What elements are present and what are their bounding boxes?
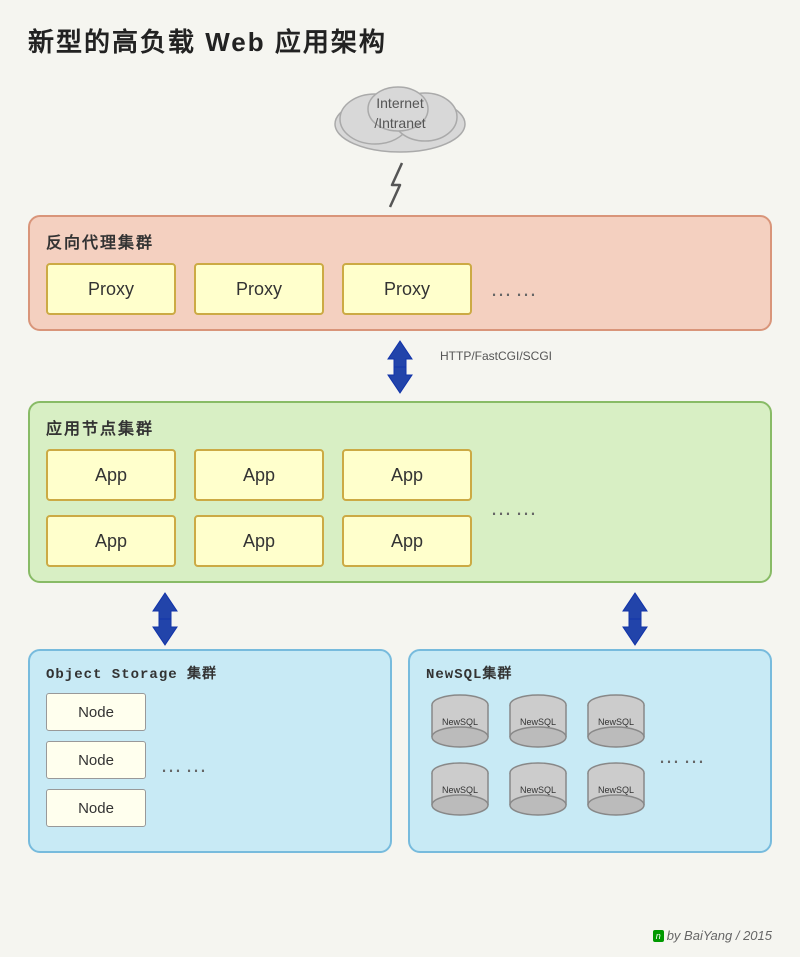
app-box-6: App xyxy=(342,515,472,567)
proxy-cluster-label: 反向代理集群 xyxy=(46,229,754,253)
object-cluster: Object Storage 集群 Node Node Node …… xyxy=(28,649,392,853)
footer: n by BaiYang / 2015 xyxy=(653,927,772,944)
svg-text:NewSQL: NewSQL xyxy=(598,785,634,795)
app-cluster: 应用节点集群 App App App App App App …… xyxy=(28,401,772,583)
db-grid: NewSQL NewSQL xyxy=(426,693,650,819)
db-4: NewSQL xyxy=(426,761,494,819)
newsql-cluster: NewSQL集群 NewSQL xyxy=(408,649,772,853)
app-box-2: App xyxy=(194,449,324,501)
storage-row: Object Storage 集群 Node Node Node …… NewS… xyxy=(28,649,772,853)
node-box-1: Node xyxy=(46,693,146,731)
db-2: NewSQL xyxy=(504,693,572,751)
proxy-row: Proxy Proxy Proxy …… xyxy=(46,263,754,315)
svg-text:NewSQL: NewSQL xyxy=(520,717,556,727)
left-bidir-arrow xyxy=(48,591,283,647)
app-box-5: App xyxy=(194,515,324,567)
lightning-arrow xyxy=(28,161,772,209)
proxy-dots: …… xyxy=(490,276,540,302)
newsql-cluster-label: NewSQL集群 xyxy=(426,663,754,683)
app-dots: …… xyxy=(490,495,540,521)
newsql-dots: …… xyxy=(658,743,708,769)
page-title: 新型的高负载 Web 应用架构 xyxy=(0,0,800,69)
app-box-4: App xyxy=(46,515,176,567)
right-bidir-arrow xyxy=(517,591,752,647)
svg-text:NewSQL: NewSQL xyxy=(442,785,478,795)
db-3: NewSQL xyxy=(582,693,650,751)
proxy-box-2: Proxy xyxy=(194,263,324,315)
node-list: Node Node Node …… xyxy=(46,693,374,837)
node-boxes: Node Node Node xyxy=(46,693,146,837)
cloud-section: Internet/Intranet xyxy=(28,69,772,159)
nginx-icon: n xyxy=(653,930,664,942)
svg-text:NewSQL: NewSQL xyxy=(442,717,478,727)
object-dots: …… xyxy=(160,752,210,778)
svg-text:NewSQL: NewSQL xyxy=(598,717,634,727)
diagram: Internet/Intranet 反向代理集群 Proxy Proxy Pro… xyxy=(0,69,800,853)
proxy-box-3: Proxy xyxy=(342,263,472,315)
nginx-badge: n by BaiYang / 2015 xyxy=(653,928,772,943)
db-1: NewSQL xyxy=(426,693,494,751)
footer-text: by BaiYang / 2015 xyxy=(667,928,772,943)
newsql-content: NewSQL NewSQL xyxy=(426,693,754,819)
node-box-3: Node xyxy=(46,789,146,827)
http-label: HTTP/FastCGI/SCGI xyxy=(440,349,552,363)
app-box-3: App xyxy=(342,449,472,501)
db-6: NewSQL xyxy=(582,761,650,819)
db-5: NewSQL xyxy=(504,761,572,819)
proxy-cluster: 反向代理集群 Proxy Proxy Proxy …… xyxy=(28,215,772,331)
app-cluster-label: 应用节点集群 xyxy=(46,415,754,439)
app-grid: App App App App App App xyxy=(46,449,472,567)
proxy-box-1: Proxy xyxy=(46,263,176,315)
object-cluster-label: Object Storage 集群 xyxy=(46,663,374,683)
http-arrow-section: HTTP/FastCGI/SCGI xyxy=(28,337,772,397)
svg-text:NewSQL: NewSQL xyxy=(520,785,556,795)
node-box-2: Node xyxy=(46,741,146,779)
bottom-arrows xyxy=(28,589,772,649)
app-box-1: App xyxy=(46,449,176,501)
cloud-label: Internet/Intranet xyxy=(374,94,425,133)
cloud-icon: Internet/Intranet xyxy=(320,69,480,159)
